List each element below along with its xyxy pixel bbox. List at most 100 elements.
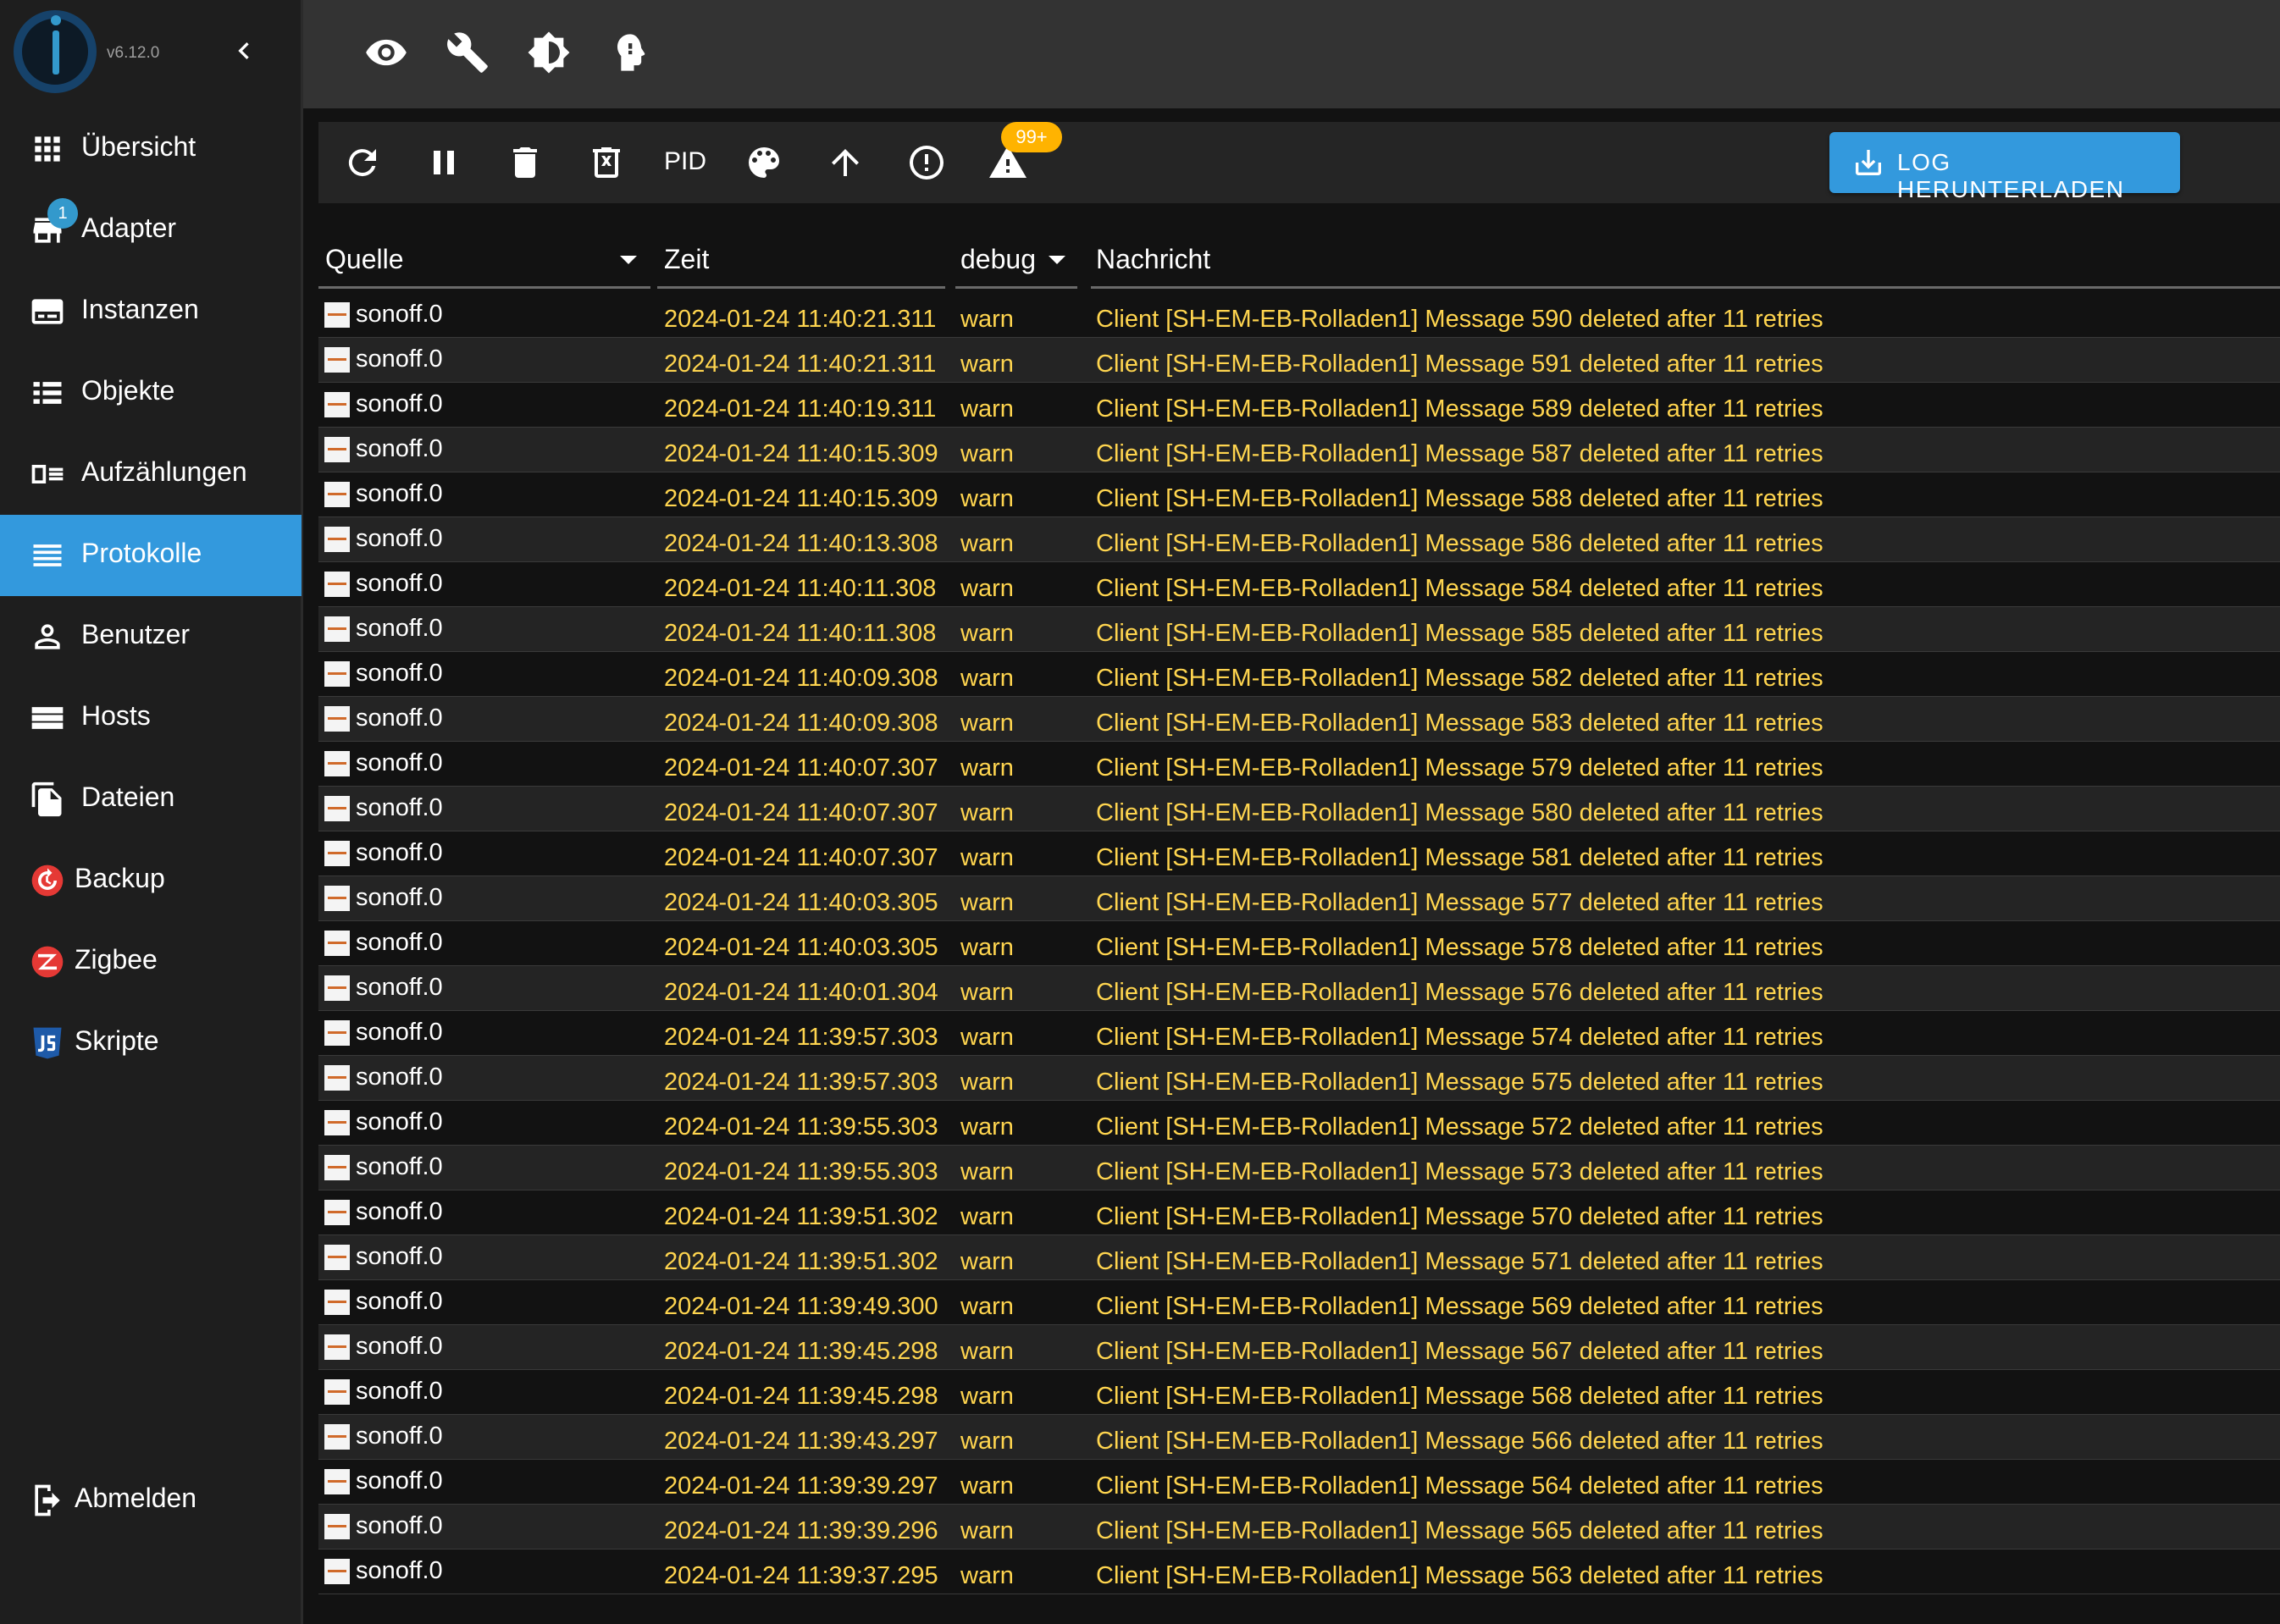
delete-log-file-button[interactable] xyxy=(586,142,627,183)
log-time: 2024-01-24 11:39:51.302 xyxy=(664,1248,938,1275)
log-row: sonoff.0 2024-01-24 11:39:49.300 warn Clien… xyxy=(318,1280,2280,1325)
sonoff-adapter-icon xyxy=(324,1334,350,1360)
log-time: 2024-01-24 11:40:01.304 xyxy=(664,979,938,1006)
sidebar: v6.12.0 Übersicht 1 Adapter Instanzen Ob… xyxy=(0,0,303,1624)
wrench-button[interactable] xyxy=(445,30,490,75)
log-source: sonoff.0 xyxy=(356,1422,443,1450)
log-source: sonoff.0 xyxy=(356,1108,443,1135)
pause-icon xyxy=(434,151,454,174)
log-severity: warn xyxy=(960,1562,1014,1589)
log-message: Client [SH-EM-EB-Rolladen1] Message 568 … xyxy=(1096,1383,1823,1410)
sonoff-adapter-icon xyxy=(324,392,350,417)
log-time: 2024-01-24 11:39:39.297 xyxy=(664,1472,938,1500)
log-severity: warn xyxy=(960,1113,1014,1141)
log-message: Client [SH-EM-EB-Rolladen1] Message 589 … xyxy=(1096,395,1823,423)
sidebar-item-objekte[interactable]: Objekte xyxy=(0,352,302,434)
sidebar-item-uebersicht[interactable]: Übersicht xyxy=(0,108,302,190)
log-severity: warn xyxy=(960,1024,1014,1051)
sidebar-item-protokolle[interactable]: Protokolle xyxy=(0,515,302,596)
sonoff-adapter-icon xyxy=(324,616,350,642)
log-row: sonoff.0 2024-01-24 11:40:09.308 warn Clien… xyxy=(318,652,2280,697)
log-time: 2024-01-24 11:40:15.309 xyxy=(664,440,938,467)
sidebar-item-hosts[interactable]: Hosts xyxy=(0,677,302,759)
sort-order-button[interactable] xyxy=(825,142,866,183)
sidebar-item-zigbee[interactable]: Zigbee xyxy=(0,921,302,1003)
log-message: Client [SH-EM-EB-Rolladen1] Message 583 … xyxy=(1096,710,1823,737)
severity-dropdown-caret[interactable] xyxy=(1049,256,1065,264)
adapter-update-badge: 1 xyxy=(47,198,78,229)
log-time: 2024-01-24 11:40:07.307 xyxy=(664,799,938,826)
log-row: sonoff.0 2024-01-24 11:40:07.307 warn Clien… xyxy=(318,787,2280,831)
log-source: sonoff.0 xyxy=(356,615,443,642)
log-row: sonoff.0 2024-01-24 11:39:39.296 warn Clien… xyxy=(318,1505,2280,1549)
sidebar-item-aufzaehlungen[interactable]: Aufzählungen xyxy=(0,434,302,515)
log-source: sonoff.0 xyxy=(356,435,443,462)
sonoff-adapter-icon xyxy=(324,886,350,911)
refresh-button[interactable] xyxy=(342,142,383,183)
log-severity: warn xyxy=(960,979,1014,1006)
sidebar-item-backup[interactable]: Backup xyxy=(0,840,302,921)
log-message: Client [SH-EM-EB-Rolladen1] Message 579 … xyxy=(1096,754,1823,782)
log-time: 2024-01-24 11:40:19.311 xyxy=(664,395,937,423)
version-label: v6.12.0 xyxy=(107,44,160,62)
log-message: Client [SH-EM-EB-Rolladen1] Message 567 … xyxy=(1096,1338,1823,1365)
color-toggle-button[interactable] xyxy=(744,142,784,183)
log-row: sonoff.0 2024-01-24 11:40:19.311 warn Clien… xyxy=(318,383,2280,428)
sonoff-adapter-icon xyxy=(324,1514,350,1539)
eye-button[interactable] xyxy=(364,30,408,75)
sonoff-adapter-icon xyxy=(324,1290,350,1315)
log-severity: warn xyxy=(960,934,1014,961)
logout-button[interactable]: Abmelden xyxy=(0,1460,302,1541)
sonoff-adapter-icon xyxy=(324,1155,350,1180)
collapse-sidebar-button[interactable] xyxy=(227,34,261,68)
delete-button[interactable] xyxy=(505,142,545,183)
log-message: Client [SH-EM-EB-Rolladen1] Message 572 … xyxy=(1096,1113,1823,1141)
log-time: 2024-01-24 11:40:07.307 xyxy=(664,754,938,782)
sonoff-adapter-icon xyxy=(324,661,350,687)
log-severity: warn xyxy=(960,665,1014,692)
log-message: Client [SH-EM-EB-Rolladen1] Message 590 … xyxy=(1096,306,1823,333)
log-row: sonoff.0 2024-01-24 11:40:11.308 warn Clien… xyxy=(318,562,2280,607)
sidebar-item-label: Adapter xyxy=(81,213,177,243)
download-log-button[interactable]: LOG HERUNTERLADEN xyxy=(1829,132,2180,202)
sidebar-item-benutzer[interactable]: Benutzer xyxy=(0,596,302,677)
log-source: sonoff.0 xyxy=(356,1512,443,1539)
column-header-time: Zeit xyxy=(664,244,710,274)
log-time: 2024-01-24 11:40:09.308 xyxy=(664,710,938,737)
theme-toggle-button[interactable] xyxy=(527,30,571,75)
severity-filter-select[interactable]: debug xyxy=(960,244,1036,275)
pause-button[interactable] xyxy=(423,142,464,183)
error-filter-button[interactable] xyxy=(906,142,947,183)
log-time: 2024-01-24 11:39:37.295 xyxy=(664,1562,938,1589)
log-row: sonoff.0 2024-01-24 11:39:39.297 warn Clien… xyxy=(318,1460,2280,1505)
expert-mode-button[interactable] xyxy=(606,30,650,75)
sidebar-item-label: Dateien xyxy=(81,782,175,812)
log-time: 2024-01-24 11:40:09.308 xyxy=(664,665,938,692)
time-header-underline xyxy=(657,286,945,289)
sidebar-item-label: Instanzen xyxy=(81,294,199,324)
log-message: Client [SH-EM-EB-Rolladen1] Message 569 … xyxy=(1096,1293,1823,1320)
instances-icon xyxy=(29,293,66,330)
log-source: sonoff.0 xyxy=(356,1153,443,1180)
sidebar-item-dateien[interactable]: Dateien xyxy=(0,759,302,840)
files-icon xyxy=(29,781,66,818)
source-filter-dropdown[interactable] xyxy=(620,256,637,264)
log-time: 2024-01-24 11:39:57.303 xyxy=(664,1024,938,1051)
log-row: sonoff.0 2024-01-24 11:40:01.304 warn Clien… xyxy=(318,966,2280,1011)
sidebar-item-adapter[interactable]: 1 Adapter xyxy=(0,190,302,271)
hosts-icon xyxy=(29,699,66,737)
sonoff-adapter-icon xyxy=(324,931,350,956)
pid-toggle-button[interactable]: PID xyxy=(664,147,706,176)
sidebar-item-instanzen[interactable]: Instanzen xyxy=(0,271,302,352)
sidebar-item-label: Benutzer xyxy=(81,619,191,649)
log-time: 2024-01-24 11:39:57.303 xyxy=(664,1069,938,1096)
log-source: sonoff.0 xyxy=(356,480,443,507)
log-source: sonoff.0 xyxy=(356,525,443,552)
log-row: sonoff.0 2024-01-24 11:39:57.303 warn Clien… xyxy=(318,1056,2280,1101)
log-time: 2024-01-24 11:40:11.308 xyxy=(664,575,937,602)
log-message: Client [SH-EM-EB-Rolladen1] Message 573 … xyxy=(1096,1158,1823,1185)
log-message: Client [SH-EM-EB-Rolladen1] Message 575 … xyxy=(1096,1069,1823,1096)
sidebar-item-skripte[interactable]: Skripte xyxy=(0,1003,302,1084)
log-time: 2024-01-24 11:39:43.297 xyxy=(664,1428,938,1455)
backup-icon xyxy=(29,862,66,899)
